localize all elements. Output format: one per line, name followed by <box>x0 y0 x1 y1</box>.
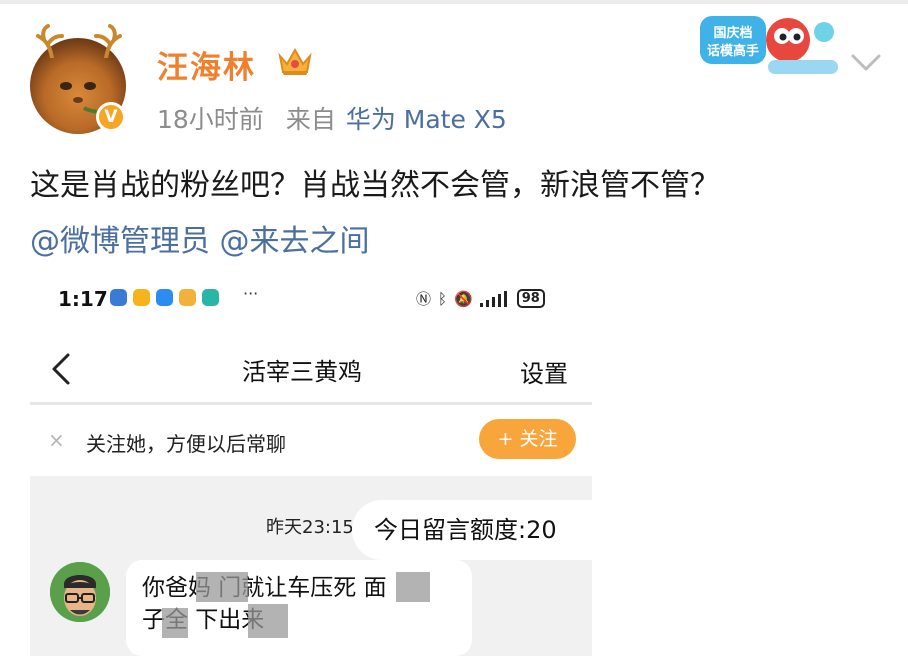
mention-link[interactable]: @来去之间 <box>220 224 370 259</box>
app-notification-icon <box>110 289 127 306</box>
status-indicators: Ⓝ ᛒ 🔕 98 <box>416 288 545 309</box>
more-notifications-icon: ··· <box>243 284 259 303</box>
follow-button[interactable]: + 关注 <box>479 419 576 459</box>
pay-app-icon <box>179 289 196 306</box>
source-label: 来自 <box>285 105 336 134</box>
antler-icon <box>94 24 122 58</box>
antler-icon <box>36 24 64 58</box>
message-quota: 今日留言额度:20 <box>352 500 592 560</box>
post-body: 这是肖战的粉丝吧？肖战当然不会管，新浪管不管？ <box>30 168 720 203</box>
shield-app-icon <box>202 289 219 306</box>
embedded-screenshot[interactable]: 1:17 ··· Ⓝ ᛒ 🔕 98 活宰三黄鸡 设置 × 关注她，方便以后常聊 … <box>30 278 592 656</box>
post-time: 18小时前 <box>157 105 264 134</box>
battery-icon: 98 <box>516 289 545 308</box>
mention-line: @微博管理员 @来去之间 <box>30 214 720 270</box>
svg-text:话模高手: 话模高手 <box>707 43 759 59</box>
back-arrow-icon[interactable] <box>50 352 72 386</box>
status-time: 1:17 <box>58 287 108 311</box>
cartoon-face-icon <box>50 562 110 622</box>
settings-button[interactable]: 设置 <box>520 354 568 389</box>
chat-title: 活宰三黄鸡 <box>242 358 362 386</box>
mail-icon <box>133 289 150 306</box>
chat-app-icon <box>156 289 173 306</box>
nfc-icon: Ⓝ <box>416 290 432 308</box>
crown-icon <box>278 47 312 75</box>
sender-avatar[interactable] <box>50 562 110 622</box>
message-timestamp: 昨天23:15 <box>266 517 354 538</box>
svg-text:国庆档: 国庆档 <box>713 25 752 41</box>
signal-icon <box>479 290 507 307</box>
verified-badge: V <box>96 102 126 132</box>
redaction-block <box>396 572 430 602</box>
device-name[interactable]: 华为 Mate X5 <box>346 105 507 134</box>
bluetooth-icon: ᛒ <box>438 289 448 308</box>
mention-link[interactable]: @微博管理员 <box>30 224 210 259</box>
post-text: 这是肖战的粉丝吧？肖战当然不会管，新浪管不管？ @微博管理员 @来去之间 <box>30 158 720 270</box>
follow-prompt: 关注她，方便以后常聊 <box>86 432 286 456</box>
redaction-block <box>196 572 248 602</box>
post-meta: 18小时前 来自 华为 Mate X5 <box>157 100 507 136</box>
redaction-block <box>162 608 188 638</box>
mute-icon: 🔕 <box>454 289 473 308</box>
top-divider <box>0 0 908 4</box>
message-line: 子全 下出来 <box>142 607 265 633</box>
status-app-icons <box>110 289 219 306</box>
username[interactable]: 汪海林 <box>157 42 256 87</box>
event-sticker-icon[interactable]: 国庆档 话模高手 <box>696 10 846 80</box>
redaction-block <box>248 604 288 638</box>
chevron-down-icon[interactable] <box>850 52 882 74</box>
close-icon[interactable]: × <box>48 428 65 452</box>
